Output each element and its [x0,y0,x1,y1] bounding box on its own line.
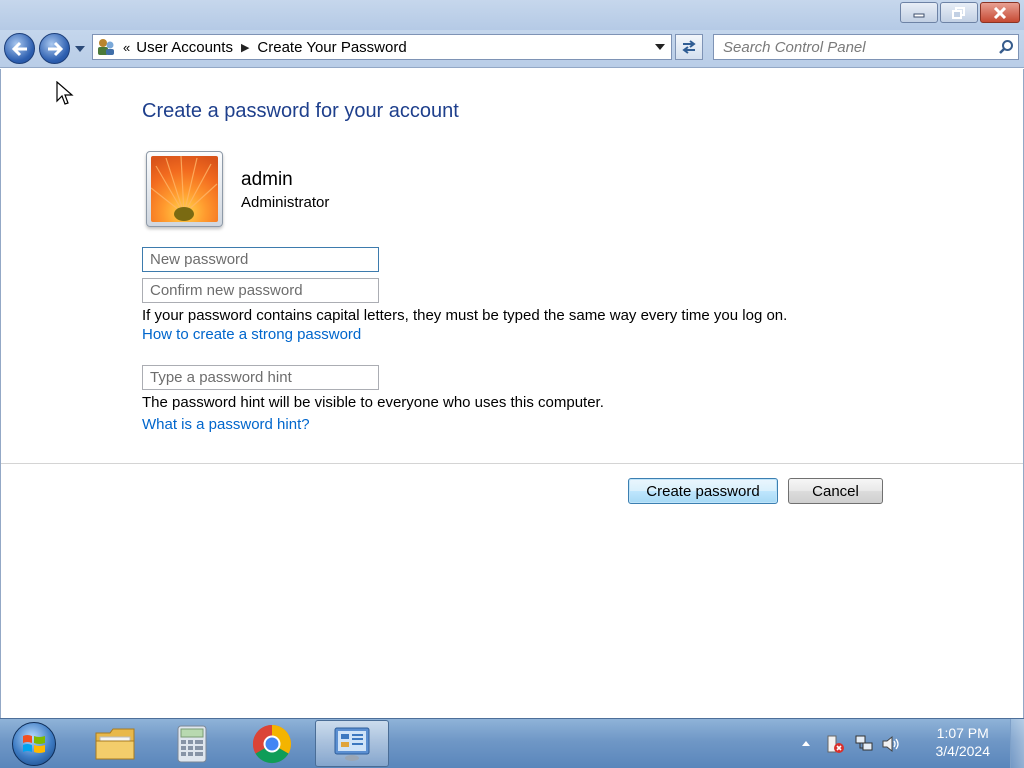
taskbar: 1:07 PM 3/4/2024 [0,718,1024,768]
page-title: Create a password for your account [142,100,459,122]
breadcrumb-create-your-password[interactable]: Create Your Password [257,39,406,56]
mouse-cursor-icon [56,81,74,105]
chrome-icon [252,724,292,763]
breadcrumb-separator-icon[interactable]: ▶ [241,41,249,54]
restore-icon [952,6,965,19]
confirm-password-input[interactable] [143,279,378,302]
folder-icon [95,728,135,759]
network-icon[interactable] [853,733,875,755]
address-bar[interactable]: « User Accounts ▶ Create Your Password [92,34,672,60]
recent-pages-dropdown-icon[interactable] [74,44,86,54]
control-panel-icon [334,727,370,761]
clock-date: 3/4/2024 [935,743,991,759]
window-title-bar [0,0,1024,30]
search-box[interactable] [713,34,1019,60]
confirm-password-field[interactable] [142,278,379,303]
taskbar-calculator[interactable] [157,720,227,767]
window-controls [900,2,1020,23]
refresh-button[interactable] [675,34,703,60]
clock[interactable]: 1:07 PM 3/4/2024 [936,724,991,760]
back-arrow-icon [11,41,27,56]
show-hidden-icons-button[interactable] [800,737,812,749]
divider [1,463,1023,464]
search-icon[interactable] [994,35,1018,59]
minimize-button[interactable] [900,2,938,23]
forward-button[interactable] [39,33,70,64]
system-tray: 1:07 PM 3/4/2024 [784,719,1024,768]
taskbar-control-panel[interactable] [315,720,389,767]
restore-button[interactable] [940,2,978,23]
refresh-icon [682,40,696,54]
taskbar-windows-explorer[interactable] [80,720,150,767]
password-hint-field[interactable] [142,365,379,390]
volume-icon[interactable] [880,733,902,755]
chevron-up-icon [802,741,810,746]
close-icon [993,6,1007,19]
windows-logo-icon [12,722,56,766]
navigation-bar: « User Accounts ▶ Create Your Password [0,30,1024,68]
forward-arrow-icon [47,41,63,56]
user-accounts-icon [95,36,117,58]
user-name: admin [241,169,293,190]
new-password-field[interactable] [142,247,379,272]
capital-letters-info: If your password contains capital letter… [142,307,788,324]
address-dropdown-icon[interactable] [655,43,665,51]
back-button[interactable] [4,33,35,64]
new-password-input[interactable] [143,248,378,271]
close-button[interactable] [980,2,1020,23]
create-password-button[interactable]: Create password [628,478,778,504]
password-hint-input[interactable] [143,366,378,389]
taskbar-google-chrome[interactable] [237,720,307,767]
avatar [146,151,223,227]
calculator-icon [177,725,207,762]
cancel-button[interactable]: Cancel [788,478,883,504]
action-center-icon[interactable] [824,733,846,755]
password-hint-info: The password hint will be visible to eve… [142,394,604,411]
minimize-icon [913,13,925,17]
password-hint-link[interactable]: What is a password hint? [142,416,310,433]
search-input[interactable] [714,35,994,59]
show-desktop-button[interactable] [1010,719,1024,768]
start-button[interactable] [8,721,60,767]
user-role: Administrator [241,194,330,211]
main-content: Create a password for your account admin… [0,69,1024,718]
strong-password-link[interactable]: How to create a strong password [142,326,361,343]
breadcrumb-user-accounts[interactable]: User Accounts [136,39,233,56]
flower-picture-icon [151,156,218,222]
clock-time: 1:07 PM [936,725,989,741]
hidden-locations-chevron[interactable]: « [123,40,130,55]
